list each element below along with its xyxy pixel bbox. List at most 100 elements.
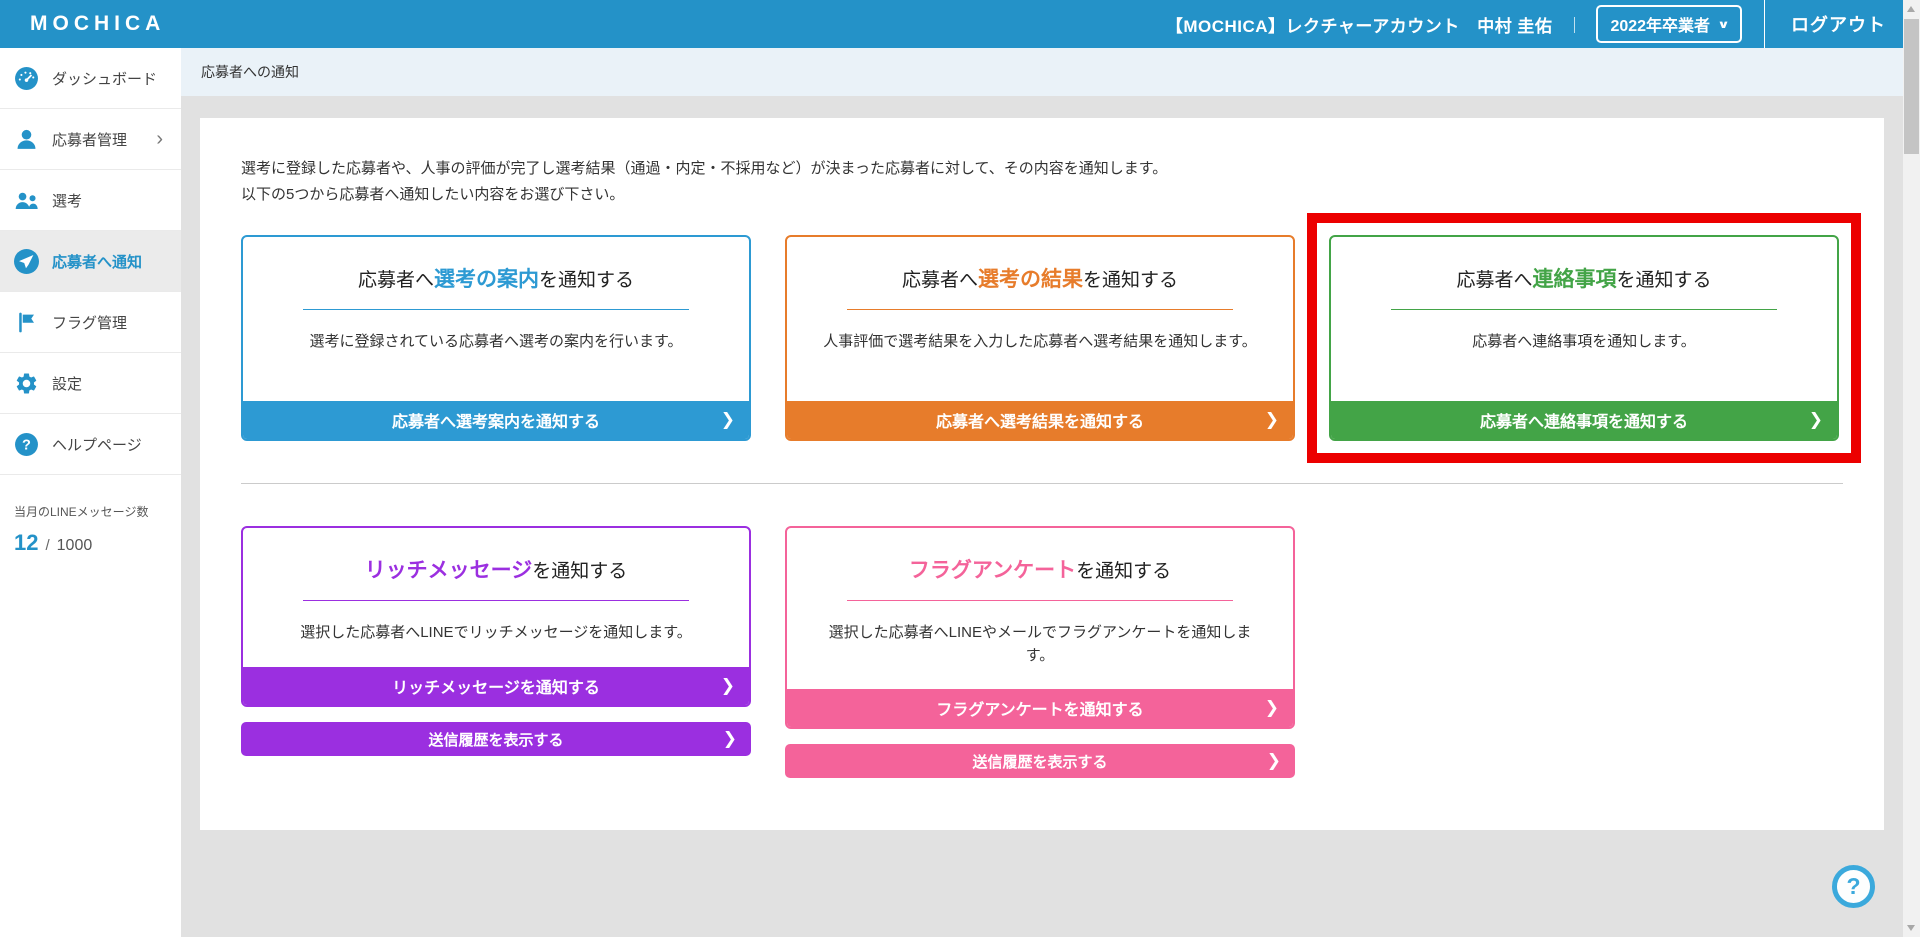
notify-selection-result-button[interactable]: 応募者へ選考結果を通知する ❯ (787, 401, 1293, 439)
top-bar-separator: ｜ (1566, 12, 1582, 36)
button-label: 応募者へ連絡事項を通知する (1480, 408, 1688, 432)
flag-survey-history-button[interactable]: 送信履歴を表示する ❯ (785, 744, 1295, 778)
card-title: リッチメッセージを通知する (243, 554, 749, 584)
sidebar-item-flag-management[interactable]: フラグ管理 (0, 292, 181, 353)
intro-text: 選考に登録した応募者や、人事の評価が完了し選考結果（通過・内定・不採用など）が決… (241, 156, 1843, 207)
sidebar-item-notify-applicants[interactable]: 応募者へ通知 (0, 231, 181, 292)
card-divider (847, 309, 1233, 310)
card-description: 人事評価で選考結果を入力した応募者へ選考結果を通知します。 (815, 330, 1265, 353)
button-label: リッチメッセージを通知する (392, 674, 600, 698)
card-description: 選択した応募者へLINEやメールでフラグアンケートを通知します。 (815, 621, 1265, 668)
card-title-post: を通知する (532, 561, 627, 582)
sidebar-item-applicant-management[interactable]: 応募者管理 › (0, 109, 181, 170)
red-highlight-box: 応募者へ連絡事項を通知する 応募者へ連絡事項を通知します。 応募者へ連絡事項を通… (1307, 213, 1861, 463)
card-flag-survey: フラグアンケートを通知する 選択した応募者へLINEやメールでフラグアンケートを… (785, 526, 1295, 729)
card-selection-result: 応募者へ選考の結果を通知する 人事評価で選考結果を入力した応募者へ選考結果を通知… (785, 235, 1295, 441)
sidebar-item-dashboard[interactable]: ダッシュボード (0, 48, 181, 109)
user-icon (14, 127, 39, 152)
logout-button[interactable]: ログアウト (1791, 11, 1886, 37)
card-rich-message: リッチメッセージを通知する 選択した応募者へLINEでリッチメッセージを通知しま… (241, 526, 751, 707)
top-bar: MOCHICA 【MOCHICA】レクチャーアカウント 中村 圭佑 ｜ 2022… (0, 0, 1920, 48)
button-label: フラグアンケートを通知する (936, 696, 1143, 720)
main-column: 応募者への通知 選考に登録した応募者や、人事の評価が完了し選考結果（通過・内定・… (181, 48, 1920, 937)
card-title: 応募者へ選考の案内を通知する (243, 263, 749, 293)
card-title-post: を通知する (1617, 270, 1712, 291)
gear-icon (14, 371, 39, 396)
graduation-year-value: 2022年卒業者 (1610, 12, 1710, 36)
rich-message-history-button[interactable]: 送信履歴を表示する ❯ (241, 722, 751, 756)
sidebar-item-label: 選考 (52, 190, 82, 211)
chevron-right-icon: ❯ (1265, 698, 1279, 718)
sidebar-item-settings[interactable]: 設定 (0, 353, 181, 414)
card-selection-guidance: 応募者へ選考の案内を通知する 選考に登録されている応募者へ選考の案内を行います。… (241, 235, 751, 441)
card-title-post: を通知する (1076, 561, 1171, 582)
chevron-right-icon: ❯ (721, 676, 735, 696)
dashboard-icon (14, 66, 39, 91)
svg-text:?: ? (22, 437, 31, 453)
card-title-accent: リッチメッセージ (365, 559, 533, 582)
selection-users-icon (14, 188, 39, 213)
button-label: 送信履歴を表示する (428, 729, 563, 750)
card-title-post: を通知する (1083, 270, 1178, 291)
intro-line-1: 選考に登録した応募者や、人事の評価が完了し選考結果（通過・内定・不採用など）が決… (241, 156, 1843, 182)
chevron-right-icon: › (156, 129, 163, 149)
card-slot-result: 応募者へ選考の結果を通知する 人事評価で選考結果を入力した応募者へ選考結果を通知… (785, 235, 1295, 441)
scrollbar-up-arrow-icon[interactable] (1907, 6, 1915, 12)
card-title: フラグアンケートを通知する (787, 554, 1293, 584)
card-divider (1391, 309, 1777, 310)
line-counter-limit: 1000 (57, 537, 93, 555)
sidebar-item-label: 応募者へ通知 (52, 251, 142, 272)
card-divider (303, 309, 689, 310)
sidebar-item-help-page[interactable]: ? ヘルプページ (0, 414, 181, 475)
line-counter-used: 12 (14, 530, 38, 556)
line-counter-label: 当月のLINEメッセージ数 (14, 503, 167, 520)
sidebar-item-label: ヘルプページ (52, 434, 142, 455)
graduation-year-dropdown[interactable]: 2022年卒業者 ∨ (1596, 5, 1742, 43)
button-label: 送信履歴を表示する (972, 751, 1107, 772)
sidebar: ダッシュボード 応募者管理 › 選考 応募者へ通知 フラグ管理 (0, 48, 181, 937)
top-bar-divider (1764, 0, 1765, 48)
notify-contact-info-button[interactable]: 応募者へ連絡事項を通知する ❯ (1331, 401, 1837, 439)
vertical-scrollbar[interactable] (1903, 0, 1920, 937)
button-label: 応募者へ選考結果を通知する (936, 408, 1144, 432)
card-slot-rich-message: リッチメッセージを通知する 選択した応募者へLINEでリッチメッセージを通知しま… (241, 526, 751, 778)
card-slot-flag-survey: フラグアンケートを通知する 選択した応募者へLINEやメールでフラグアンケートを… (785, 526, 1295, 778)
chevron-right-icon: ❯ (723, 729, 737, 749)
help-fab-button[interactable]: ? (1832, 865, 1875, 908)
sidebar-item-label: 設定 (52, 373, 82, 394)
notify-rich-message-button[interactable]: リッチメッセージを通知する ❯ (243, 667, 749, 705)
card-title-accent: 連絡事項 (1533, 268, 1617, 291)
card-title-accent: 選考の案内 (434, 268, 539, 291)
card-divider (303, 600, 689, 601)
sidebar-item-label: 応募者管理 (52, 129, 127, 150)
question-mark-icon: ? (1846, 873, 1860, 900)
scrollbar-down-arrow-icon[interactable] (1907, 925, 1915, 931)
line-counter-separator: / (45, 537, 49, 554)
card-description: 選択した応募者へLINEでリッチメッセージを通知します。 (271, 621, 721, 644)
card-title: 応募者へ選考の結果を通知する (787, 263, 1293, 293)
scrollbar-thumb[interactable] (1904, 19, 1919, 154)
rows-divider (241, 483, 1843, 484)
card-slot-guidance: 応募者へ選考の案内を通知する 選考に登録されている応募者へ選考の案内を行います。… (241, 235, 751, 441)
card-contact-info: 応募者へ連絡事項を通知する 応募者へ連絡事項を通知します。 応募者へ連絡事項を通… (1329, 235, 1839, 441)
card-description: 選考に登録されている応募者へ選考の案内を行います。 (271, 330, 721, 353)
notification-panel: 選考に登録した応募者や、人事の評価が完了し選考結果（通過・内定・不採用など）が決… (200, 118, 1884, 830)
card-title-pre: 応募者へ (1456, 270, 1532, 291)
chevron-down-icon: ∨ (1717, 18, 1730, 31)
sidebar-item-selection[interactable]: 選考 (0, 170, 181, 231)
card-title: 応募者へ連絡事項を通知する (1331, 263, 1837, 293)
breadcrumb: 応募者への通知 (181, 48, 1920, 96)
sidebar-item-label: フラグ管理 (52, 312, 127, 333)
paper-plane-icon (14, 249, 39, 274)
cards-row-2: リッチメッセージを通知する 選択した応募者へLINEでリッチメッセージを通知しま… (241, 526, 1843, 778)
app-body: ダッシュボード 応募者管理 › 選考 応募者へ通知 フラグ管理 (0, 48, 1920, 937)
chevron-right-icon: ❯ (1809, 410, 1823, 430)
notify-selection-guidance-button[interactable]: 応募者へ選考案内を通知する ❯ (243, 401, 749, 439)
card-description: 応募者へ連絡事項を通知します。 (1359, 330, 1809, 353)
card-title-accent: フラグアンケート (909, 559, 1076, 582)
flag-icon (14, 310, 39, 335)
content-area: 選考に登録した応募者や、人事の評価が完了し選考結果（通過・内定・不採用など）が決… (181, 96, 1920, 937)
button-label: 応募者へ選考案内を通知する (392, 408, 600, 432)
notify-flag-survey-button[interactable]: フラグアンケートを通知する ❯ (787, 689, 1293, 727)
intro-line-2: 以下の5つから応募者へ通知したい内容をお選び下さい。 (241, 182, 1843, 208)
